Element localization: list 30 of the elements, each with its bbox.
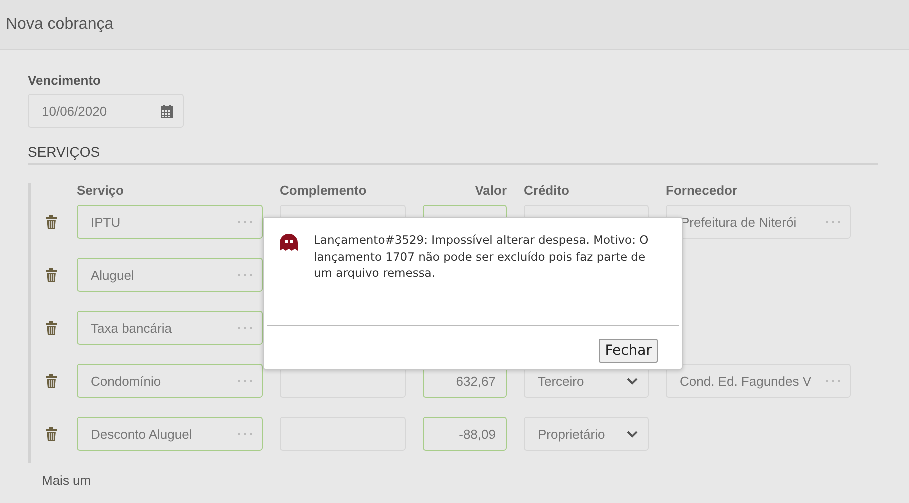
close-button[interactable]: Fechar [599,339,658,363]
column-header: Fornecedor [666,183,739,198]
section-title: SERVIÇOS [28,144,102,160]
calendar-icon [161,104,173,118]
chevron-down-icon [627,378,638,384]
service-field[interactable]: IPTU [77,205,263,239]
column-header: Serviço [77,183,125,198]
field-label: Vencimento [28,73,102,88]
credit-select[interactable]: Proprietário [524,417,649,451]
service-field[interactable]: Taxa bancária [77,311,263,345]
ghost-icon [280,234,298,251]
service-field[interactable]: Condomínio [77,364,263,398]
error-message: Lançamento#3529: Impossível alterar despesa. Motivo: O lançamento 1707 não pode ser excluído pois faz parte de um arquivo remessa. [314,232,650,282]
column-header: Crédito [524,183,570,198]
supplier-field[interactable]: Prefeitura de Niterói [666,205,851,239]
chevron-down-icon [627,430,638,438]
date-field[interactable]: 10/06/2020 [28,94,184,128]
value-field[interactable]: -88,09 [423,417,507,451]
trash-icon[interactable] [46,427,57,441]
column-header: Valor [474,183,507,198]
trash-icon[interactable] [46,268,57,282]
trash-icon[interactable] [46,321,57,335]
supplier-field[interactable]: Cond. Ed. Fagundes V [666,364,851,398]
trash-icon[interactable] [46,374,57,388]
trash-icon[interactable] [46,215,57,229]
service-field[interactable]: Aluguel [77,258,263,292]
column-header: Complemento [280,183,368,198]
service-field[interactable]: Desconto Aluguel [77,417,263,451]
add-link[interactable]: Mais um [42,473,92,488]
page-title: Nova cobrança [6,16,114,34]
